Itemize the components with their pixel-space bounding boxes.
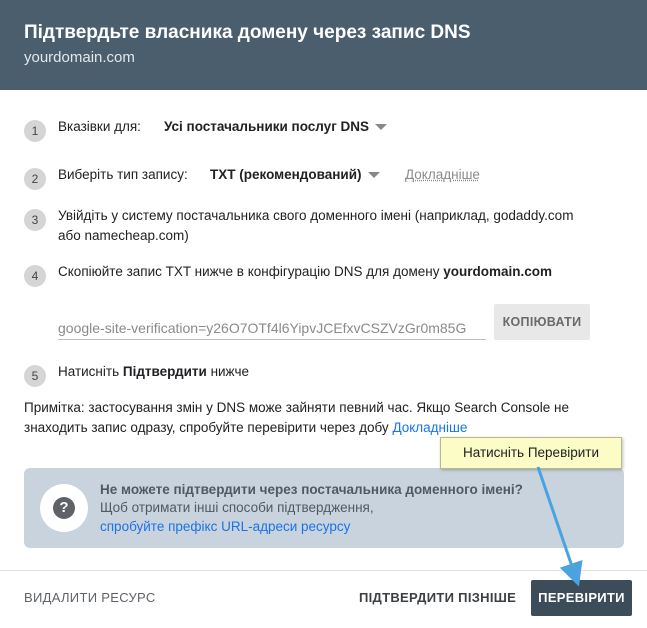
step-number-4: 4 <box>24 265 46 287</box>
chevron-down-icon <box>367 172 380 179</box>
learn-more-link-record-type[interactable]: Докладніше <box>405 167 480 182</box>
dns-note: Примітка: застосування змін у DNS може з… <box>24 398 624 438</box>
dns-provider-dropdown[interactable]: Усі постачальники послуг DNS <box>164 119 388 134</box>
step-number-5: 5 <box>24 365 46 387</box>
step-5-text: Натисніть Підтвердити нижче <box>58 364 249 379</box>
record-type-dropdown[interactable]: TXT (рекомендований) <box>210 167 380 182</box>
record-type-value: TXT (рекомендований) <box>210 167 362 182</box>
step-2-label: Виберіть тип запису: <box>58 167 188 182</box>
txt-record-field[interactable] <box>58 317 486 340</box>
dialog-title: Підтвердьте власника домену через запис … <box>24 22 471 43</box>
step-4-instruction: Скопіюйте запис TXT нижче в конфігурацію… <box>58 264 444 279</box>
step-number-1: 1 <box>24 120 46 142</box>
delete-resource-button[interactable]: ВИДАЛИТИ РЕСУРС <box>24 590 156 605</box>
verify-later-button[interactable]: ПІДТВЕРДИТИ ПІЗНІШЕ <box>359 590 516 605</box>
footer-divider <box>0 570 647 571</box>
verify-button[interactable]: ПЕРЕВІРИТИ <box>531 580 632 616</box>
dns-provider-value: Усі постачальники послуг DNS <box>164 119 370 134</box>
alternative-methods-box: ? Не можете підтвердити через постачальн… <box>24 468 624 548</box>
step-3-line-2: або namecheap.com) <box>58 228 189 243</box>
step-4-domain: yourdomain.com <box>443 264 552 279</box>
copy-button[interactable]: КОПІЮВАТИ <box>494 304 590 340</box>
step-4-text: Скопіюйте запис TXT нижче в конфігурацію… <box>58 264 552 279</box>
step-5-text-before: Натисніть <box>58 364 123 379</box>
note-text: Примітка: застосування змін у DNS може з… <box>24 400 569 435</box>
step-5-text-bold: Підтвердити <box>122 364 207 379</box>
step-number-3: 3 <box>24 209 46 231</box>
step-3-line-1: Увійдіть у систему постачальника свого д… <box>58 208 574 223</box>
step-1-label: Вказівки для: <box>58 119 141 134</box>
help-icon-container: ? <box>40 484 88 532</box>
learn-more-link-note[interactable]: Докладніше <box>392 420 467 435</box>
tooltip-callout: Натисніть Перевірити <box>440 437 622 469</box>
dialog-subtitle: yourdomain.com <box>24 49 135 66</box>
help-icon: ? <box>53 497 75 519</box>
info-box-text: Щоб отримати інші способи підтвердження, <box>100 500 374 515</box>
info-box-title: Не можете підтвердити через постачальник… <box>100 482 523 497</box>
url-prefix-link[interactable]: спробуйте префікс URL-адреси ресурсу <box>100 519 350 534</box>
step-5-text-after: нижче <box>206 364 249 379</box>
step-number-2: 2 <box>24 168 46 190</box>
chevron-down-icon <box>375 124 388 131</box>
dialog-header: Підтвердьте власника домену через запис … <box>0 0 647 90</box>
